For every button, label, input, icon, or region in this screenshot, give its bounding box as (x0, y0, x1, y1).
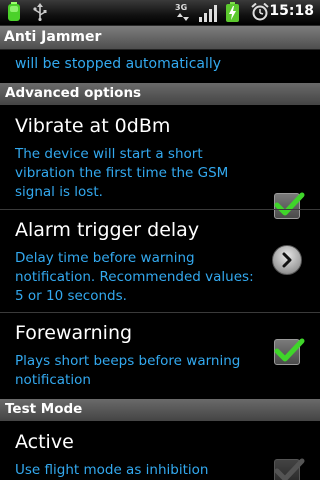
section-title: Test Mode (5, 401, 83, 417)
app-title-bar: Anti Jammer (0, 26, 320, 50)
3g-icon: 3G (175, 2, 193, 26)
charging-battery-icon (226, 2, 239, 26)
list-item[interactable]: ••••••••••••••••• will be stopped automa… (0, 49, 320, 81)
pref-summary: Delay time before warning notification. … (15, 250, 254, 304)
pref-summary: Use flight mode as inhibition (15, 462, 209, 478)
checkmark-icon (274, 458, 305, 480)
section-header-test-mode: Test Mode (0, 399, 320, 421)
active-checkbox[interactable] (274, 458, 305, 480)
section-header-advanced: Advanced options (0, 83, 320, 105)
svg-text:3G: 3G (175, 3, 187, 12)
pref-title: Alarm trigger delay (15, 219, 200, 241)
alarm-clock-icon (251, 2, 269, 25)
checkmark-icon (274, 338, 305, 362)
pref-summary: Plays short beeps before warning notific… (15, 353, 241, 388)
usb-icon (33, 3, 47, 25)
preferences-list[interactable]: ••••••••••••••••• will be stopped automa… (0, 49, 320, 480)
section-title: Advanced options (5, 85, 142, 101)
status-time: 15:18 (269, 3, 314, 19)
pref-alarm-trigger-delay[interactable]: Alarm trigger delay Delay time before wa… (0, 210, 320, 312)
status-bar: 3G 15:18 (0, 0, 320, 26)
signal-icon (199, 4, 217, 26)
pref-title: Forewarning (15, 322, 133, 344)
forewarning-checkbox[interactable] (274, 338, 305, 365)
pref-title: Active (15, 431, 74, 453)
battery-level-icon (8, 2, 20, 26)
pref-title: Vibrate at 0dBm (15, 115, 171, 137)
scrolled-summary-fragment: ••••••••••••••••• (15, 49, 155, 56)
pref-forewarning[interactable]: Forewarning Plays short beeps before war… (0, 313, 320, 397)
chevron-right-icon[interactable] (272, 245, 302, 275)
pref-active[interactable]: Active Use flight mode as inhibition (0, 422, 320, 480)
list-item-summary: will be stopped automatically (15, 56, 222, 72)
pref-summary: The device will start a short vibration … (15, 146, 229, 200)
app-title: Anti Jammer (4, 29, 102, 45)
